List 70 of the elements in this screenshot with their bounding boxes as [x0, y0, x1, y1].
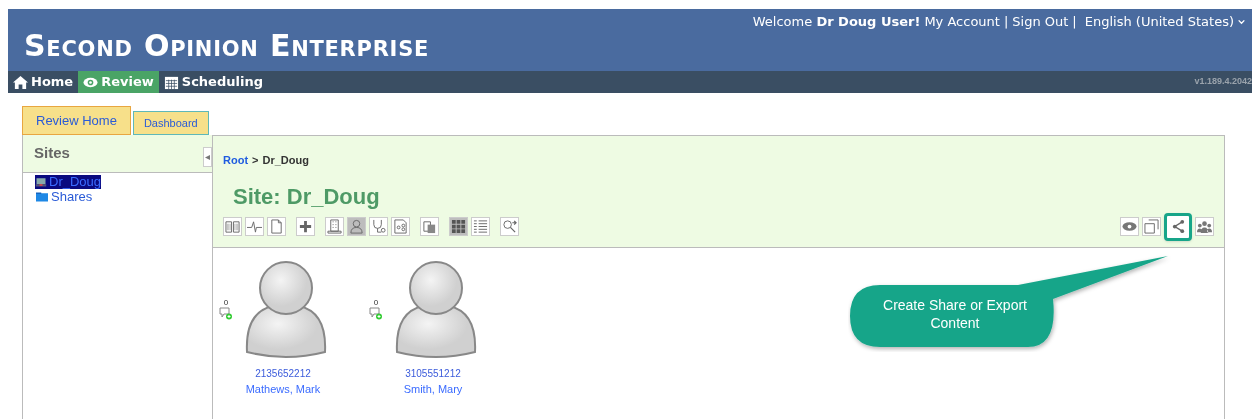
toolbar-button[interactable]	[1142, 217, 1161, 236]
add-comment-icon[interactable]	[369, 307, 383, 320]
calendar-icon	[163, 74, 179, 90]
header-link[interactable]: Sign Out	[1012, 12, 1069, 32]
link-separator: |	[1072, 13, 1077, 31]
home-icon	[13, 74, 28, 90]
search-icon	[502, 219, 517, 234]
link-separator: |	[1003, 13, 1009, 31]
tab[interactable]: Review Home	[22, 106, 131, 135]
callout-text: Create Share or Export Content	[882, 296, 1028, 332]
toolbar-button[interactable]	[500, 217, 519, 236]
sidebar-title: Sites	[34, 143, 70, 164]
welcome-text: Welcome Dr Doug User!	[752, 13, 921, 31]
toolbar-button[interactable]	[1195, 217, 1214, 236]
site-title: Site: Dr_Doug	[232, 182, 381, 211]
breadcrumb-current: Dr_Doug	[262, 153, 309, 168]
chevron-down-icon	[1237, 17, 1246, 27]
tab[interactable]: Dashboard	[132, 111, 209, 135]
people-icon	[1197, 219, 1212, 234]
document-icon	[393, 219, 408, 234]
toolbar-button[interactable]	[223, 217, 242, 236]
nav-tab[interactable]: Scheduling	[158, 71, 268, 93]
toolbar-button[interactable]	[296, 217, 315, 236]
toolbar-button[interactable]	[471, 217, 490, 236]
building-icon	[327, 219, 342, 234]
toolbar-button[interactable]	[1120, 217, 1139, 236]
copy-icon	[422, 219, 437, 234]
folder-icon	[35, 190, 49, 203]
comment-count: 0	[373, 298, 379, 307]
tree-item[interactable]: Shares	[35, 189, 93, 204]
computer-icon	[35, 175, 47, 188]
grid-icon	[451, 219, 466, 234]
collapse-button[interactable]	[203, 147, 212, 167]
app-title: Second Opinion Enterprise	[23, 27, 430, 65]
nav-tab[interactable]: Home	[8, 71, 79, 93]
comment-count: 0	[223, 298, 229, 307]
breadcrumb-link[interactable]: Root	[223, 152, 249, 169]
share-icon	[1170, 219, 1186, 234]
toolbar-button[interactable]	[347, 217, 366, 236]
toolbar-button[interactable]	[325, 217, 344, 236]
patient-id[interactable]: 2135652212	[255, 366, 311, 381]
language-dropdown[interactable]: English (United States)	[1084, 12, 1246, 32]
stethoscope-icon	[371, 219, 386, 234]
patient-name[interactable]: Mathews, Mark	[245, 381, 321, 398]
toolbar-button[interactable]	[369, 217, 388, 236]
window-icon	[1144, 219, 1159, 234]
pulse-icon	[247, 219, 262, 234]
add-comment-icon[interactable]	[219, 307, 233, 320]
toolbar-button[interactable]	[449, 217, 468, 236]
nav-tab[interactable]: Review	[78, 71, 159, 93]
toolbar-button[interactable]	[1164, 212, 1192, 241]
eye-icon	[1122, 219, 1137, 234]
person-avatar-icon[interactable]	[243, 260, 329, 360]
toolbar-button[interactable]	[245, 217, 264, 236]
arrow-left-icon	[205, 154, 210, 160]
toolbar-button[interactable]	[420, 217, 439, 236]
list-icon	[473, 219, 488, 234]
patient-name[interactable]: Smith, Mary	[403, 381, 463, 398]
version-label: v1.189.4.2042	[1194, 75, 1252, 89]
toolbar-button[interactable]	[391, 217, 410, 236]
person-avatar-icon[interactable]	[393, 260, 479, 360]
patient-id[interactable]: 3105551212	[405, 366, 461, 381]
person-icon	[349, 219, 364, 234]
breadcrumb-separator: >	[252, 153, 259, 168]
header-link[interactable]: My Account	[924, 12, 1000, 32]
toolbar-button[interactable]	[267, 217, 286, 236]
plus-icon	[298, 219, 313, 234]
page-icon	[269, 219, 284, 234]
tree-item[interactable]: Dr_Doug	[35, 174, 102, 189]
book-icon	[225, 219, 240, 234]
